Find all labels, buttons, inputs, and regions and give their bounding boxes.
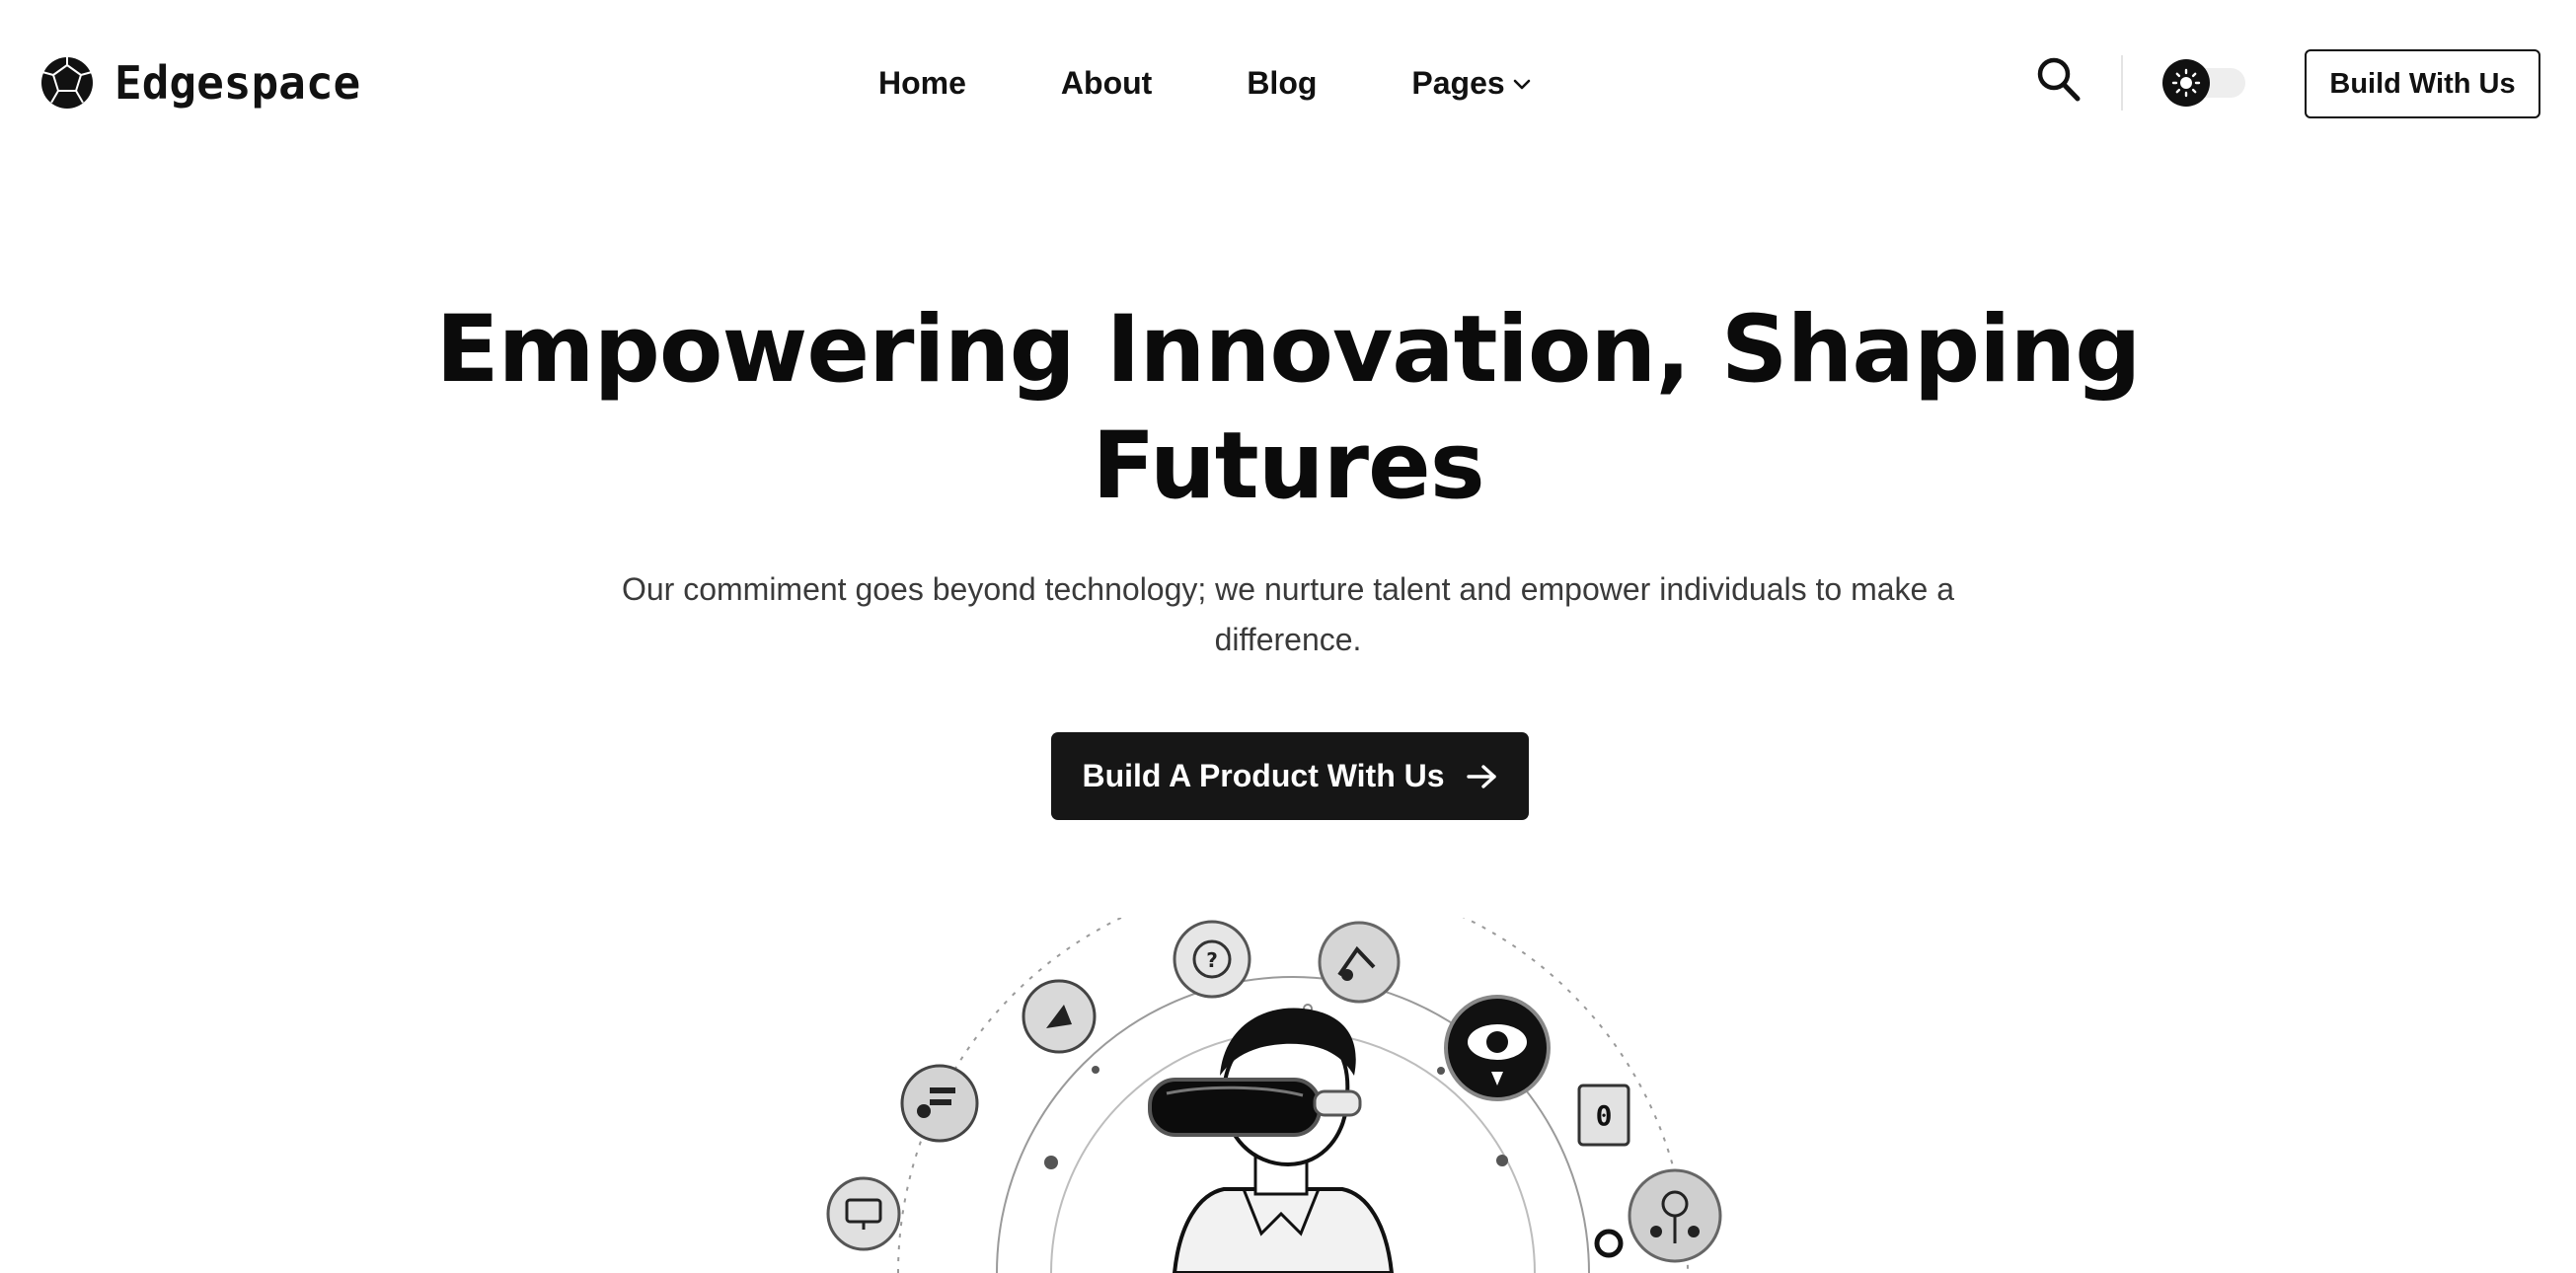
build-product-button-label: Build A Product With Us [1082,758,1445,793]
hero-title-line2: Futures [1092,412,1484,520]
hero-illustration: ? 0 [809,918,1777,1273]
toggle-knob [2162,59,2210,107]
network-icon [1628,1168,1722,1263]
svg-text:?: ? [1206,948,1218,972]
main-nav: Home About Blog Pages [878,57,1531,109]
nav-item-about[interactable]: About [1061,65,1152,102]
hero-subtitle: Our commiment goes beyond technology; we… [597,564,1979,665]
chevron-down-icon [1513,79,1530,90]
hero-subtitle-line2: difference. [1214,622,1362,657]
eye-icon [1444,995,1551,1101]
code-icon: 0 [1577,1084,1630,1147]
nav-item-label: Pages [1411,64,1505,101]
sun-icon [2171,68,2201,98]
search-button[interactable] [2036,56,2082,104]
hero-subtitle-line1: Our commiment goes beyond technology; we… [621,571,1955,607]
svg-text:0: 0 [1596,1099,1613,1132]
landing-page: Edgespace Home About Blog Pages Build Wi… [0,0,2576,1273]
geodesic-ball-icon [41,57,93,109]
brand-logo-link[interactable]: Edgespace [39,53,360,112]
hero-title-line1: Empowering Innovation, Shaping [435,296,2141,404]
brand-name: Edgespace [114,56,361,110]
nav-item-label: Blog [1247,64,1318,101]
search-icon [2037,57,2081,102]
build-with-us-button[interactable]: Build With Us [2305,49,2540,118]
theme-toggle[interactable] [2162,59,2245,107]
nav-item-pages-dropdown[interactable]: Pages [1411,65,1530,102]
nav-item-label: About [1060,64,1153,101]
nav-item-blog[interactable]: Blog [1247,65,1317,102]
monitor-icon [826,1176,901,1251]
person-figure [1148,1008,1395,1273]
chat-bubble-icon: ? [1173,920,1251,999]
nav-item-home[interactable]: Home [878,65,966,102]
rocket-icon [1022,979,1097,1054]
build-product-button[interactable]: Build A Product With Us [1051,732,1529,820]
hero-title: Empowering Innovation, Shaping Futures [301,292,2275,525]
nav-item-label: Home [878,64,966,101]
header-divider [2121,55,2123,111]
document-icon [900,1064,979,1143]
site-header: Edgespace Home About Blog Pages Build Wi… [0,0,2576,166]
graph-icon [1318,921,1401,1004]
arrow-right-icon [1466,764,1496,788]
vr-person-illustration: ? 0 [826,918,1722,1273]
